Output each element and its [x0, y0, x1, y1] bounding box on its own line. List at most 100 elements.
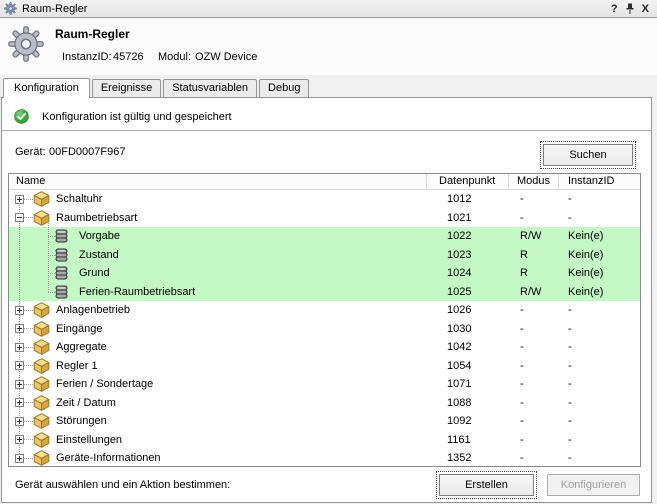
cell-instanzid: - [559, 360, 640, 372]
pin-icon[interactable] [625, 3, 635, 15]
package-icon [33, 413, 50, 429]
cell-datenpunkt: 1024 [427, 267, 509, 279]
column-header-iid[interactable]: InstanzID [559, 174, 640, 189]
tree-line [24, 365, 33, 366]
package-icon [33, 339, 50, 355]
tree-item-label[interactable]: Regler 1 [56, 360, 98, 372]
tree-item-label[interactable]: Zeit / Datum [56, 397, 116, 409]
cell-instanzid: Kein(e) [559, 230, 640, 242]
column-header-name[interactable]: Name [9, 174, 427, 189]
tree-expand-toggle[interactable] [15, 380, 24, 389]
package-icon [33, 210, 50, 226]
tab-statusvariablen[interactable]: Statusvariablen [163, 79, 257, 97]
modul-value: OZW Device [195, 51, 257, 63]
tree-expand-toggle[interactable] [15, 195, 24, 204]
tree-expand-toggle[interactable] [15, 343, 24, 352]
table-row[interactable]: Ferien-Raumbetriebsart1025R/WKein(e) [9, 283, 640, 302]
tree-line [24, 199, 33, 200]
cell-name: Eingänge [9, 320, 427, 339]
package-icon [33, 395, 50, 411]
tree-item-label[interactable]: Anlagenbetrieb [56, 304, 130, 316]
table-row[interactable]: Anlagenbetrieb1026-- [9, 301, 640, 320]
datapoint-icon [54, 285, 69, 299]
help-button[interactable]: ? [611, 3, 618, 15]
erstellen-button[interactable]: Erstellen [439, 474, 534, 496]
cell-instanzid: - [559, 193, 640, 205]
tree-item-label[interactable]: Raumbetriebsart [56, 212, 137, 224]
table-row[interactable]: Störungen1092-- [9, 412, 640, 431]
tree-item-label[interactable]: Schaltuhr [56, 193, 102, 205]
cell-modus: - [509, 193, 559, 205]
close-button[interactable]: X [642, 3, 649, 15]
tree-item-label[interactable]: Vorgabe [79, 230, 120, 242]
table-row[interactable]: Regler 11054-- [9, 357, 640, 376]
column-header-mod[interactable]: Modus [509, 174, 559, 189]
cell-instanzid: - [559, 397, 640, 409]
cell-modus: R [509, 249, 559, 261]
cell-instanzid: - [559, 434, 640, 446]
tree-expand-toggle[interactable] [15, 361, 24, 370]
window-gear-icon [4, 2, 17, 15]
tree-item-label[interactable]: Ferien-Raumbetriebsart [79, 286, 195, 298]
table-row[interactable]: Vorgabe1022R/WKein(e) [9, 227, 640, 246]
tree-item-label[interactable]: Störungen [56, 415, 107, 427]
tree-item-label[interactable]: Ferien / Sondertage [56, 378, 153, 390]
tree-item-label[interactable]: Grund [79, 267, 110, 279]
tab-debug[interactable]: Debug [259, 79, 309, 97]
konfigurieren-button[interactable]: Konfigurieren [547, 474, 640, 496]
tab-konfiguration[interactable]: Konfiguration [3, 78, 90, 98]
tree-expand-toggle[interactable] [15, 398, 24, 407]
cell-modus: - [509, 360, 559, 372]
cell-instanzid: - [559, 304, 640, 316]
cell-modus: R/W [509, 286, 559, 298]
cell-instanzid: Kein(e) [559, 249, 640, 261]
tree-line [24, 384, 33, 385]
table-row[interactable]: Grund1024RKein(e) [9, 264, 640, 283]
tree-expand-toggle[interactable] [15, 306, 24, 315]
tree-item-label[interactable]: Aggregate [56, 341, 107, 353]
tab-ereignisse[interactable]: Ereignisse [92, 79, 161, 97]
konfiguration-panel: Konfiguration ist gültig und gespeichert… [1, 97, 652, 503]
table-row[interactable]: Geräte-Informationen1352-- [9, 449, 640, 467]
tree-expand-toggle[interactable] [15, 417, 24, 426]
cell-name: Ferien / Sondertage [9, 375, 427, 394]
table-row[interactable]: Eingänge1030-- [9, 320, 640, 339]
tree-item-label[interactable]: Eingänge [56, 323, 103, 335]
package-icon [33, 376, 50, 392]
table-row[interactable]: Einstellungen1161-- [9, 431, 640, 450]
cell-name: Schaltuhr [9, 190, 427, 209]
table-row[interactable]: Schaltuhr1012-- [9, 190, 640, 209]
package-icon [33, 358, 50, 374]
status-text: Konfiguration ist gültig und gespeichert [42, 111, 232, 123]
table-row[interactable]: Aggregate1042-- [9, 338, 640, 357]
table-row[interactable]: Ferien / Sondertage1071-- [9, 375, 640, 394]
window-title: Raum-Regler [22, 3, 87, 15]
tree-item-label[interactable]: Einstellungen [56, 434, 122, 446]
cell-instanzid: - [559, 323, 640, 335]
tree-expand-toggle[interactable] [15, 213, 24, 222]
package-icon [33, 321, 50, 337]
tree-expand-toggle[interactable] [15, 324, 24, 333]
instanzid-value: 45726 [113, 51, 144, 63]
tree-expand-toggle[interactable] [15, 454, 24, 463]
suchen-button[interactable]: Suchen [543, 144, 633, 166]
table-row[interactable]: Raumbetriebsart1021-- [9, 209, 640, 228]
cell-modus: - [509, 452, 559, 464]
cell-modus: - [509, 212, 559, 224]
table-row[interactable]: Zeit / Datum1088-- [9, 394, 640, 413]
tree-line [24, 421, 33, 422]
cell-modus: - [509, 397, 559, 409]
tree-expand-toggle[interactable] [15, 435, 24, 444]
window-titlebar[interactable]: Raum-Regler ? X [0, 0, 657, 18]
tree-item-label[interactable]: Zustand [79, 249, 119, 261]
cell-instanzid: - [559, 341, 640, 353]
cell-modus: R [509, 267, 559, 279]
cell-name: Raumbetriebsart [9, 209, 427, 228]
package-icon [33, 191, 50, 207]
cell-name: Störungen [9, 412, 427, 431]
tree-line [24, 402, 33, 403]
tree-item-label[interactable]: Geräte-Informationen [56, 452, 161, 464]
column-header-dp[interactable]: Datenpunkt [427, 174, 509, 189]
table-row[interactable]: Zustand1023RKein(e) [9, 246, 640, 265]
page-title: Raum-Regler [55, 27, 130, 41]
